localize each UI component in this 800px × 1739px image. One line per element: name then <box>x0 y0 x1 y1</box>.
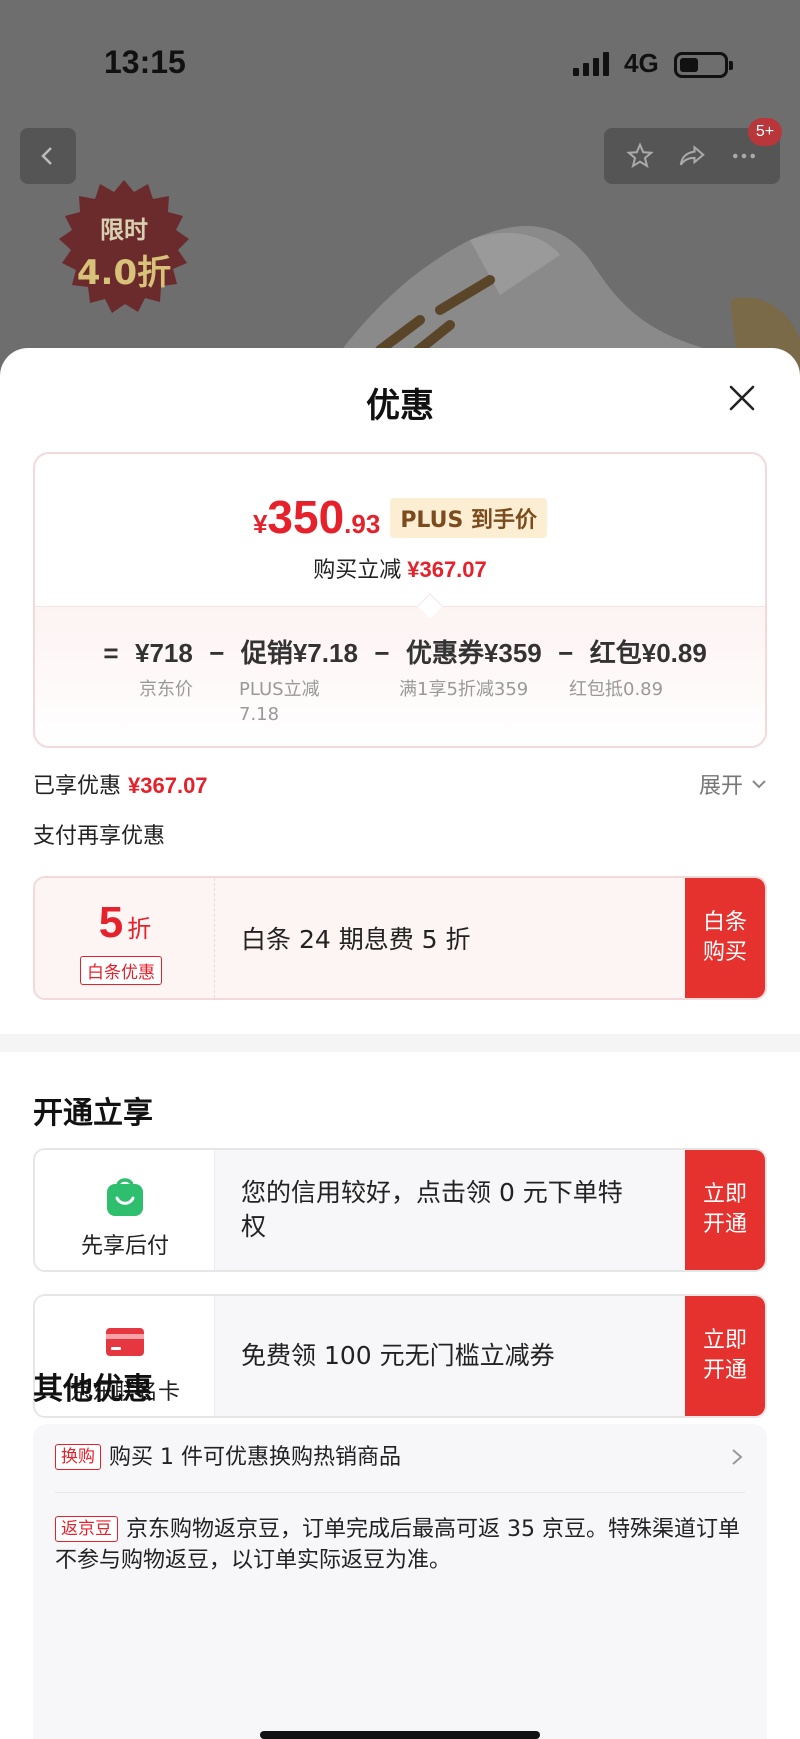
discount-unit: 折 <box>127 915 152 943</box>
reduce-value: ¥367.07 <box>407 557 487 582</box>
formula-minus: − <box>209 638 225 668</box>
baitiao-discount: 5折 白条优惠 <box>35 878 215 998</box>
formula-minus: − <box>374 638 390 668</box>
status-time: 13:15 <box>104 44 186 80</box>
section-divider <box>0 1034 800 1052</box>
credit-card-icon <box>106 1328 144 1356</box>
jd-beans-row: 返京豆 京东购物返京豆，订单完成后最高可返 35 京豆。特殊渠道订单不参与购物返豆… <box>55 1514 745 1576</box>
chevron-down-icon <box>752 780 766 789</box>
message-badge: 5+ <box>748 118 782 146</box>
sheet-title: 优惠 <box>366 386 434 426</box>
other-discounts-card: 换购 购买 1 件可优惠换购热销商品 返京豆 京东购物返京豆，订单完成后最高可返 3… <box>33 1424 767 1739</box>
enjoyed-value: ¥367.07 <box>128 773 208 798</box>
formula-sub: 红包抵0.89 <box>569 679 664 700</box>
home-indicator <box>260 1731 540 1739</box>
formula-item: 红包¥0.89 <box>589 638 707 668</box>
reduce-label: 购买立减 <box>313 558 402 583</box>
pay-later-label: 先享后付 <box>80 1234 169 1259</box>
chevron-left-icon <box>41 147 52 165</box>
price-decimal: .93 <box>344 509 381 539</box>
formula-item: 促销¥7.18 <box>240 638 358 668</box>
cobrand-desc: 免费领 100 元无门槛立减券 <box>241 1341 555 1370</box>
baitiao-desc: 白条 24 期息费 5 折 <box>241 925 471 954</box>
price-integer: 350 <box>267 491 345 543</box>
jd-beans-text: 京东购物返京豆，订单完成后最高可返 35 京豆。特殊渠道订单不参与购物返豆，以订… <box>55 1517 740 1573</box>
close-icon[interactable] <box>726 382 758 414</box>
chevron-right-icon[interactable] <box>729 1446 745 1468</box>
share-icon[interactable] <box>677 141 707 171</box>
enjoyed-label: 已享优惠 <box>33 774 122 799</box>
open-pay-later-button[interactable]: 立即开通 <box>685 1150 765 1270</box>
price-formula: = ¥718 − 促销¥7.18 − 优惠券¥359 − 红包¥0.89 京东价… <box>35 606 765 746</box>
final-price-row: ¥350.93 PLUS 到手价 <box>35 490 765 544</box>
promo-line-2: 4.0折 <box>76 253 172 293</box>
jd-beans-tag: 返京豆 <box>55 1516 118 1542</box>
formula-sub: PLUS立减 7.18 <box>239 679 320 725</box>
star-icon[interactable] <box>625 141 655 171</box>
baitiao-buy-button[interactable]: 白条购买 <box>685 878 765 998</box>
formula-sub: 京东价 <box>139 679 193 700</box>
baitiao-tag: 白条优惠 <box>80 956 162 985</box>
top-actions-bar: 5+ <box>604 118 782 184</box>
formula-item: ¥718 <box>135 638 193 668</box>
price-summary: ¥350.93 PLUS 到手价 购买立减 ¥367.07 <box>35 454 765 606</box>
formula-item: 优惠券¥359 <box>405 638 542 668</box>
shopping-bag-icon <box>107 1178 143 1216</box>
trade-in-tag: 换购 <box>55 1444 101 1470</box>
status-bar: 13:15 4G <box>0 0 800 130</box>
final-price: ¥350.93 <box>253 490 380 544</box>
enjoyed-discount-row: 已享优惠 ¥367.07 展开 <box>33 768 767 800</box>
baitiao-offer-card[interactable]: 5折 白条优惠 白条 24 期息费 5 折 白条购买 <box>33 876 767 1000</box>
discount-number: 5 <box>98 898 124 947</box>
formula-equals: = <box>103 638 119 668</box>
promo-line-1: 限时 <box>100 216 148 244</box>
pay-section-label: 支付再享优惠 <box>33 824 166 849</box>
other-section-title: 其他优惠 <box>33 1372 153 1407</box>
signal-icon <box>573 52 609 76</box>
promo-seal-text: 限时 4.0折 <box>54 210 194 294</box>
network-type: 4G <box>624 48 659 78</box>
formula-sub: 满1享5折减359 <box>399 679 529 700</box>
formula-minus: − <box>558 638 574 668</box>
pay-later-desc: 您的信用较好，点击领 0 元下单特权 <box>241 1178 623 1241</box>
open-cobrand-button[interactable]: 立即开通 <box>685 1296 765 1416</box>
expand-label: 展开 <box>698 774 743 799</box>
row-separator <box>55 1492 745 1493</box>
reduce-row: 购买立减 ¥367.07 <box>35 552 765 584</box>
discount-value: 5折 <box>35 898 215 948</box>
pay-later-left: 先享后付 <box>35 1150 215 1270</box>
trade-in-row[interactable]: 换购 购买 1 件可优惠换购热销商品 <box>55 1442 745 1473</box>
trade-in-text: 购买 1 件可优惠换购热销商品 <box>109 1445 401 1470</box>
pay-later-card[interactable]: 先享后付 您的信用较好，点击领 0 元下单特权 立即开通 <box>33 1148 767 1272</box>
discount-sheet: 优惠 ¥350.93 PLUS 到手价 购买立减 ¥367.07 = ¥718 −… <box>0 348 800 1739</box>
price-currency: ¥ <box>252 509 268 539</box>
plus-price-tag: PLUS 到手价 <box>390 498 548 538</box>
battery-icon <box>674 52 733 78</box>
back-button[interactable] <box>20 128 76 184</box>
price-breakdown-card: ¥350.93 PLUS 到手价 购买立减 ¥367.07 = ¥718 − 促销… <box>33 452 767 748</box>
more-icon[interactable] <box>729 141 759 171</box>
formula-row: = ¥718 − 促销¥7.18 − 优惠券¥359 − 红包¥0.89 <box>101 633 707 670</box>
open-section-title: 开通立享 <box>33 1096 153 1131</box>
expand-button[interactable]: 展开 <box>699 768 767 800</box>
